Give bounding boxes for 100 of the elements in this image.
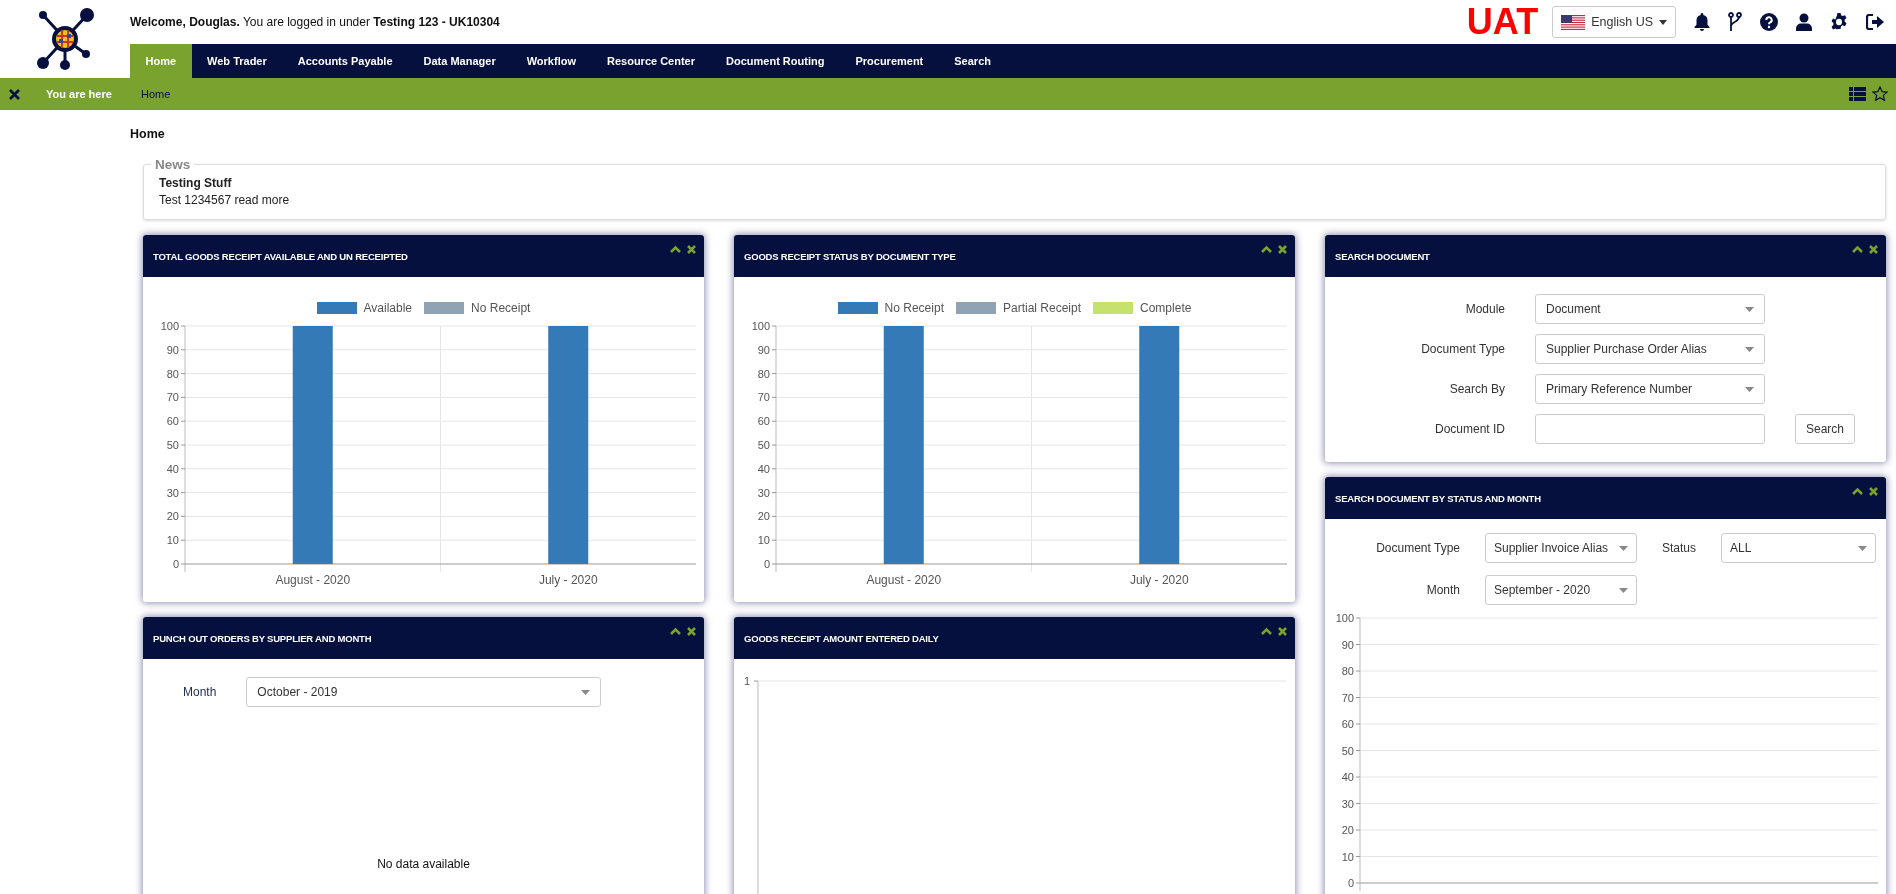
caret-icon (1659, 19, 1667, 25)
bell-icon[interactable] (1694, 13, 1710, 31)
nav-tab[interactable]: Web Trader (191, 44, 283, 78)
dropdown[interactable]: September - 2020 (1485, 575, 1637, 605)
axis-tick-label: 40 (166, 462, 179, 475)
axis-tick-label: 40 (1341, 771, 1354, 783)
axis-tick-label: 10 (1341, 850, 1354, 863)
axis-tick-label: 10 (757, 534, 770, 547)
axis-tick-label: 80 (757, 367, 770, 380)
axis-tick-label: 90 (166, 343, 179, 356)
settings-icon[interactable] (1830, 13, 1848, 31)
field-label: Month (183, 685, 217, 699)
nav-tab[interactable]: Procurement (839, 44, 939, 78)
close-icon[interactable] (1869, 245, 1878, 254)
field-label: Status (1662, 541, 1697, 555)
widget-title: SEARCH DOCUMENT (1335, 250, 1430, 262)
nav-tab[interactable]: Resource Center (591, 44, 711, 78)
caret-icon (1745, 386, 1754, 392)
collapse-icon[interactable] (1261, 245, 1272, 253)
collapse-icon[interactable] (1852, 245, 1863, 253)
legend-label: No Receipt (471, 301, 531, 315)
environment-label: UAT (1466, 4, 1539, 40)
branch-icon[interactable] (1728, 12, 1742, 32)
widget-title: GOODS RECEIPT AMOUNT ENTERED DAILY (744, 632, 939, 644)
close-icon[interactable] (687, 245, 696, 254)
nav-tab[interactable]: Workflow (511, 44, 592, 78)
widget-title: PUNCH OUT ORDERS BY SUPPLIER AND MONTH (153, 632, 372, 644)
caret-icon (1858, 545, 1868, 551)
field-label: Module (1464, 302, 1505, 316)
dropdown[interactable]: Supplier Purchase Order Alias (1535, 334, 1765, 364)
axis-tick-label: 70 (1341, 691, 1354, 704)
legend-label: Partial Receipt (1003, 301, 1082, 315)
legend-swatch[interactable] (956, 302, 996, 314)
axis-tick-label: 80 (1341, 665, 1354, 677)
axis-category-label: August - 2020 (866, 573, 942, 587)
axis-tick-label: 0 (763, 558, 770, 570)
close-icon[interactable] (687, 627, 696, 636)
widget-title: SEARCH DOCUMENT BY STATUS AND MONTH (1335, 492, 1541, 504)
dropdown[interactable]: Document (1535, 294, 1765, 324)
legend-swatch[interactable] (424, 302, 465, 314)
caret-icon (1619, 587, 1628, 593)
empty-message: No data available (376, 857, 471, 871)
news-title: Testing Stuff (159, 176, 233, 190)
close-icon[interactable] (1278, 245, 1287, 254)
input-field[interactable] (1535, 414, 1765, 444)
legend-label: Available (363, 301, 413, 315)
axis-tick-label: 20 (166, 510, 179, 523)
legend-swatch[interactable] (837, 302, 878, 314)
axis-tick-label: 10 (166, 534, 179, 547)
caret-icon (1619, 545, 1628, 551)
axis-tick-label: 90 (757, 343, 770, 356)
axis-tick-label: 70 (166, 391, 179, 404)
breadcrumb-link[interactable]: Home (141, 88, 1849, 100)
help-icon[interactable] (1760, 13, 1778, 31)
sign-out-icon[interactable] (1866, 14, 1884, 30)
field-label: Search By (1448, 382, 1505, 396)
collapse-icon[interactable] (670, 245, 681, 253)
flag-icon (1561, 14, 1586, 30)
user-icon[interactable] (1796, 13, 1812, 31)
axis-tick-label: 30 (166, 486, 179, 499)
legend-swatch[interactable] (316, 302, 357, 314)
axis-tick-label: 50 (166, 439, 179, 451)
collapse-icon[interactable] (1852, 487, 1863, 495)
dropdown[interactable]: October - 2019 (246, 677, 602, 707)
axis-tick-label: 30 (1341, 797, 1354, 810)
dropdown[interactable]: Primary Reference Number (1535, 374, 1765, 404)
search-button[interactable]: Search (1795, 414, 1855, 444)
field-label: Month (1425, 583, 1460, 597)
axis-tick-label: 60 (166, 415, 179, 428)
collapse-icon[interactable] (1261, 627, 1272, 635)
legend-swatch[interactable] (1093, 302, 1134, 314)
axis-tick-label: 90 (1341, 638, 1354, 651)
axis-tick-label: 1 (743, 675, 750, 687)
caret-icon (581, 689, 591, 695)
field-label: Document Type (1420, 342, 1505, 356)
axis-tick-label: 100 (160, 320, 179, 332)
list-icon[interactable] (1849, 87, 1866, 101)
close-icon[interactable] (1278, 627, 1287, 636)
breadcrumb-label: You are here (46, 88, 113, 100)
collapse-icon[interactable] (670, 627, 681, 635)
legend-label: No Receipt (884, 301, 944, 315)
nav-tab[interactable]: Search (938, 44, 1007, 78)
page-title: Home (130, 127, 166, 141)
axis-tick-label: 40 (757, 462, 770, 475)
nav-tab[interactable]: Data Manager (408, 44, 512, 78)
panel-legend: News (151, 157, 195, 172)
star-icon[interactable] (1872, 86, 1888, 102)
axis-tick-label: 0 (172, 558, 179, 570)
dropdown[interactable]: ALL (1721, 533, 1877, 563)
nav-tab[interactable]: Document Routing (710, 44, 840, 78)
field-label: Document ID (1433, 422, 1505, 436)
language-dropdown[interactable]: English US (1552, 6, 1676, 38)
dropdown[interactable]: Supplier Invoice Alias (1485, 533, 1637, 563)
close-icon[interactable] (9, 88, 20, 100)
widget-title: TOTAL GOODS RECEIPT AVAILABLE AND UN RECEIPTED (153, 250, 408, 262)
axis-category-label: July - 2020 (538, 573, 598, 587)
nav-tab[interactable]: Accounts Payable (282, 44, 409, 78)
news-text: Test 1234567 read more (159, 193, 290, 207)
close-icon[interactable] (1869, 487, 1878, 496)
axis-tick-label: 50 (757, 439, 770, 451)
